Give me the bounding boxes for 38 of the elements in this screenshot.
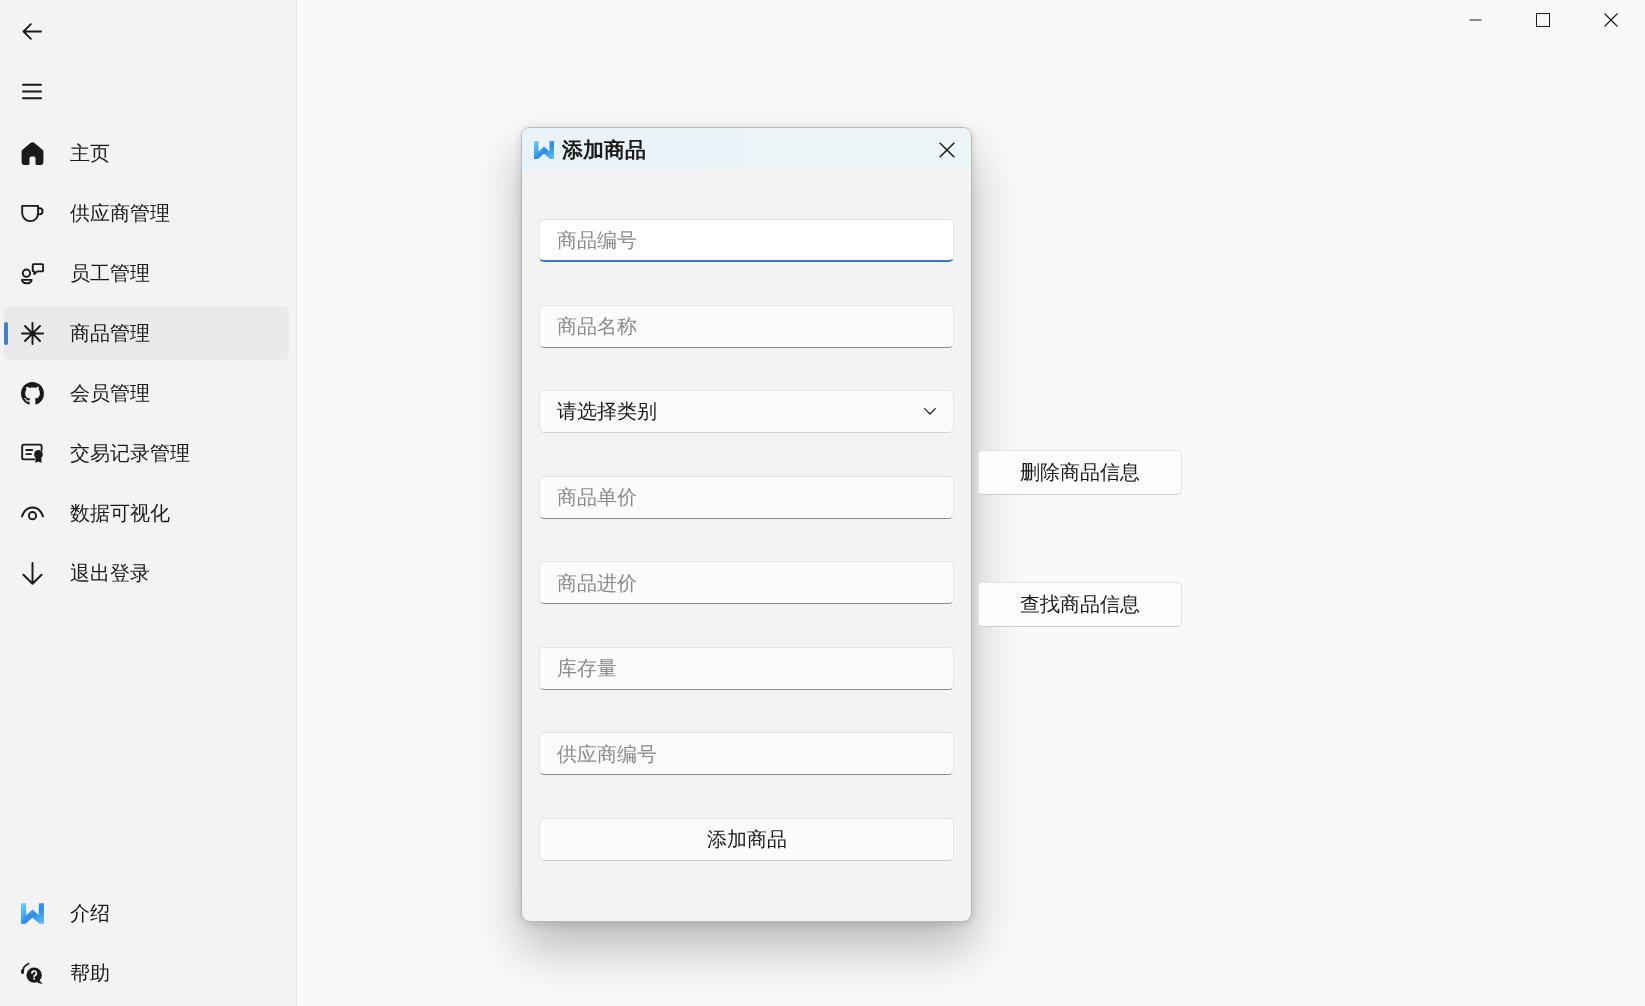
person-chat-icon: [21, 261, 44, 285]
chevron-down-icon: [924, 408, 936, 415]
w-logo-icon: [534, 140, 554, 159]
input-field[interactable]: 商品单价: [539, 475, 954, 519]
add-product-button[interactable]: 添加商品: [539, 817, 954, 861]
close-icon: [1604, 13, 1618, 27]
minimize-icon: [1468, 19, 1482, 21]
nav-item[interactable]: 交易记录管理: [4, 426, 289, 480]
nav-item[interactable]: 数据可视化: [4, 486, 289, 540]
nav-item[interactable]: 供应商管理: [4, 186, 289, 240]
certificate-icon: [21, 441, 44, 465]
w-logo-icon: [21, 901, 44, 925]
nav-item[interactable]: 会员管理: [4, 366, 289, 420]
maximize-icon: [1536, 13, 1550, 27]
down-arrow-icon: [21, 561, 44, 585]
action-button[interactable]: 查找商品信息: [978, 582, 1182, 627]
cat-silhouette-icon: [21, 381, 44, 405]
action-button[interactable]: 删除商品信息: [978, 450, 1182, 495]
asterisk-icon: [21, 321, 44, 345]
close-icon: [939, 141, 955, 158]
category-dropdown[interactable]: 请选择类别: [539, 390, 954, 433]
nav-item[interactable]: 员工管理: [4, 246, 289, 300]
input-field[interactable]: 商品编号: [539, 219, 954, 262]
back-arrow-icon: [22, 22, 42, 40]
nav-item[interactable]: 主页: [4, 126, 289, 180]
nav-item[interactable]: 退出登录: [4, 546, 289, 600]
menu-icon: [22, 82, 42, 100]
nav-item[interactable]: 帮助: [4, 946, 289, 1000]
dialog-title: 添加商品: [562, 136, 646, 164]
nav-item[interactable]: 介绍: [4, 886, 289, 940]
input-field[interactable]: 库存量: [539, 646, 954, 690]
input-field[interactable]: 商品进价: [539, 561, 954, 604]
input-field[interactable]: 商品名称: [539, 304, 954, 348]
help-icon: [21, 961, 44, 985]
nav-item[interactable]: 商品管理: [4, 306, 289, 360]
selection-indicator: [4, 322, 8, 345]
home-icon: [21, 141, 44, 165]
input-field[interactable]: 供应商编号: [539, 732, 954, 775]
